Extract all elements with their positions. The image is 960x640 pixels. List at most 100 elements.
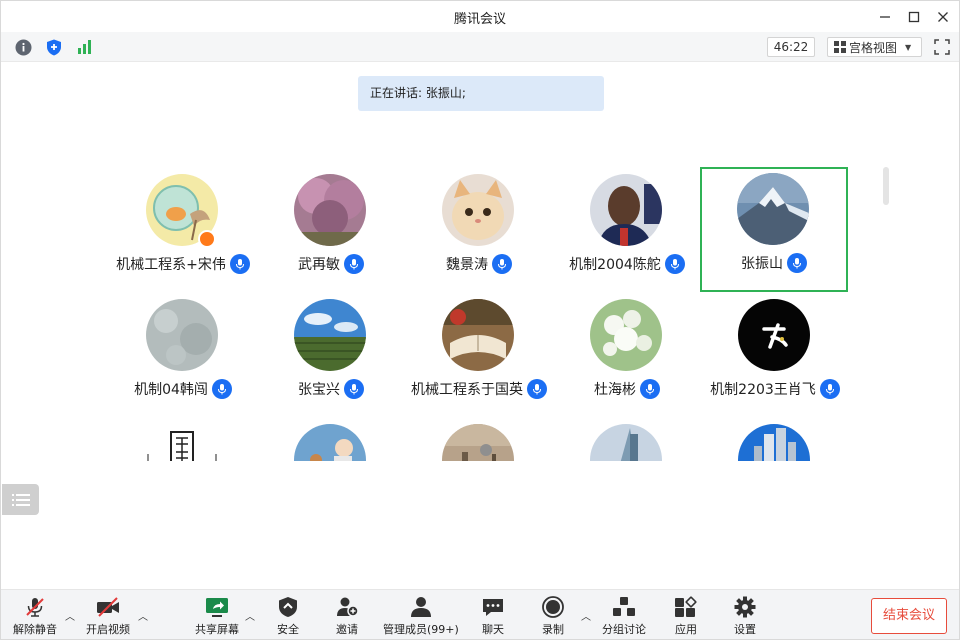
participant-tile-active-speaker[interactable]: 张振山 — [700, 167, 848, 292]
info-icon — [15, 39, 31, 55]
avatar — [738, 299, 810, 371]
participant-tile[interactable]: 机械工程系+宋伟 — [109, 168, 257, 293]
list-icon — [11, 493, 30, 506]
shield-check-icon — [279, 597, 297, 617]
security-label: 安全 — [277, 623, 299, 636]
participant-tile[interactable] — [553, 418, 701, 461]
chat-label: 聊天 — [482, 623, 504, 636]
start-video-label: 开启视频 — [86, 623, 130, 636]
record-options-chevron-up-icon[interactable]: ︿ — [579, 608, 593, 623]
chat-button[interactable]: 聊天 — [481, 596, 505, 637]
view-mode-label: 宫格视图 — [849, 40, 898, 55]
end-meeting-button[interactable]: 结束会议 — [871, 598, 947, 634]
participant-tile[interactable] — [257, 418, 405, 461]
mic-icon — [492, 254, 512, 274]
avatar — [146, 424, 218, 461]
mic-icon — [819, 379, 840, 399]
manage-members-button[interactable]: 管理成员(99+) — [383, 596, 459, 637]
participant-grid: 机械工程系+宋伟 武再敏 魏景涛 机制2004陈舵 张振山 机制04韩闯 张宝兴… — [101, 166, 881, 461]
fullscreen-icon[interactable] — [934, 39, 950, 55]
record-button[interactable]: 录制 — [541, 596, 565, 637]
participant-tile[interactable]: 机制2004陈舵 — [553, 168, 701, 293]
participant-tile[interactable]: 张宝兴 — [257, 293, 405, 418]
unmute-button[interactable]: 解除静音 — [13, 596, 57, 637]
avatar — [738, 424, 810, 461]
participant-tile[interactable]: 机械工程系于国英 — [405, 293, 553, 418]
mic-icon — [640, 379, 660, 399]
participant-tile[interactable]: 杜海彬 — [553, 293, 701, 418]
grid-view-icon — [834, 41, 846, 53]
settings-label: 设置 — [734, 623, 756, 636]
share-screen-label: 共享屏幕 — [195, 623, 239, 636]
participant-name: 机制2203王肖飞 — [710, 382, 816, 398]
chat-bubble-icon — [483, 599, 503, 616]
gear-icon — [734, 596, 756, 618]
manage-members-label: 管理成员(99+) — [383, 623, 459, 636]
mic-icon — [787, 253, 807, 273]
participant-tile[interactable]: 魏景涛 — [405, 168, 553, 293]
video-off-icon — [97, 597, 119, 617]
host-badge — [198, 230, 216, 248]
invite-label: 邀请 — [336, 623, 358, 636]
add-user-icon — [337, 597, 359, 617]
participant-name: 武再敏 — [298, 257, 340, 273]
invite-button[interactable]: 邀请 — [335, 596, 359, 637]
video-options-chevron-up-icon[interactable]: ︿ — [136, 608, 150, 623]
mic-icon — [344, 254, 364, 274]
close-button[interactable] — [933, 7, 953, 27]
participant-tile[interactable] — [405, 418, 553, 461]
avatar — [294, 174, 366, 246]
breakout-icon — [613, 597, 635, 616]
minimize-icon — [880, 16, 890, 18]
meeting-timer: 46:22 — [767, 37, 815, 57]
muted-mic-icon — [26, 598, 44, 617]
security-status-button[interactable] — [44, 37, 64, 57]
participant-scrollbar[interactable] — [883, 167, 889, 205]
title-bar: 腾讯会议 — [1, 1, 959, 32]
meeting-info-bar: 46:22 宫格视图 ▼ — [1, 32, 959, 62]
participant-tile[interactable] — [701, 418, 849, 461]
maximize-button[interactable] — [904, 7, 924, 27]
member-list-toggle[interactable] — [2, 484, 39, 515]
network-status-button[interactable] — [75, 37, 95, 57]
avatar — [590, 174, 662, 246]
share-options-chevron-up-icon[interactable]: ︿ — [243, 608, 257, 623]
minimize-button[interactable] — [875, 7, 895, 27]
audio-options-chevron-up-icon[interactable]: ︿ — [63, 608, 77, 623]
caret-down-icon: ▼ — [905, 42, 912, 52]
active-speaker-banner: 正在讲话: 张振山; — [358, 76, 604, 111]
avatar — [294, 424, 366, 461]
window-title: 腾讯会议 — [453, 12, 506, 27]
apps-icon — [675, 596, 697, 617]
security-button[interactable]: 安全 — [276, 596, 300, 637]
participant-name: 机械工程系+宋伟 — [116, 257, 226, 273]
participant-tile[interactable]: 武再敏 — [257, 168, 405, 293]
avatar — [737, 173, 809, 245]
apps-button[interactable]: 应用 — [674, 596, 698, 637]
signal-bars-icon — [78, 40, 91, 54]
record-icon — [542, 596, 564, 618]
breakout-rooms-button[interactable]: 分组讨论 — [602, 596, 646, 637]
meeting-toolbar: 解除静音 ︿ 开启视频 ︿ 共享屏幕 ︿ 安全 邀请 管理成员(99+) 聊天 — [1, 589, 959, 639]
avatar — [590, 299, 662, 371]
avatar — [442, 299, 514, 371]
participant-name: 杜海彬 — [594, 382, 636, 398]
meeting-window: 腾讯会议 46:22 宫格视图 ▼ 正在讲话: 张振山; 机械工程系+宋伟 武再… — [0, 0, 960, 640]
settings-button[interactable]: 设置 — [733, 596, 757, 637]
record-label: 录制 — [542, 623, 564, 636]
participant-tile[interactable] — [109, 418, 257, 461]
mic-icon — [344, 379, 364, 399]
unmute-label: 解除静音 — [13, 623, 57, 636]
share-screen-button[interactable]: 共享屏幕 — [195, 596, 239, 637]
avatar — [146, 299, 218, 371]
avatar — [442, 174, 514, 246]
participant-tile[interactable]: 机制04韩闯 — [109, 293, 257, 418]
meeting-info-button[interactable] — [13, 37, 33, 57]
start-video-button[interactable]: 开启视频 — [86, 596, 130, 637]
participant-name: 张宝兴 — [298, 382, 340, 398]
breakout-label: 分组讨论 — [602, 623, 646, 636]
participant-name: 机制04韩闯 — [134, 382, 208, 398]
view-mode-dropdown[interactable]: 宫格视图 ▼ — [827, 37, 922, 57]
participant-tile[interactable]: 机制2203王肖飞 — [701, 293, 849, 418]
avatar — [590, 424, 662, 461]
